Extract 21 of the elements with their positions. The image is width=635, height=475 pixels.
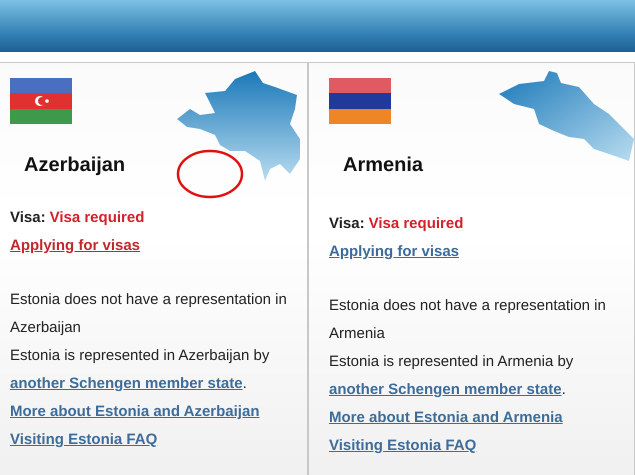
info-link[interactable]: Visiting Estonia FAQ (10, 431, 158, 448)
visa-status: Visa required (50, 208, 144, 228)
flag-icon (329, 78, 391, 124)
visa-label: Visa: (10, 208, 46, 228)
map-icon (499, 69, 634, 164)
representation-text: Estonia does not have a representation in Azerbaijan (10, 290, 288, 338)
representation-text: Estonia does not have a representation in Armenia (329, 296, 607, 344)
representation-text: Estonia is represented in Armenia by another Schengen member state. (329, 352, 574, 400)
schengen-link[interactable]: another Schengen member state (10, 375, 243, 392)
info-link[interactable]: More about Estonia and Azerbaijan (10, 403, 260, 420)
representation-text: Estonia is represented in Azerbaijan by another Schengen member state. (10, 346, 270, 394)
visa-link[interactable]: Applying for visas (10, 237, 140, 254)
info-link[interactable]: More about Estonia and Armenia (329, 409, 563, 426)
visa-label: Visa: (329, 214, 365, 234)
schengen-link[interactable]: another Schengen member state (329, 381, 562, 398)
visa-status: Visa required (368, 214, 464, 234)
info-link[interactable]: Visiting Estonia FAQ (329, 437, 476, 454)
country-name: Azerbaijan (24, 154, 126, 178)
flag-icon (10, 78, 72, 124)
country-name: Armenia (343, 154, 424, 178)
visa-link[interactable]: Applying for visas (329, 243, 460, 260)
